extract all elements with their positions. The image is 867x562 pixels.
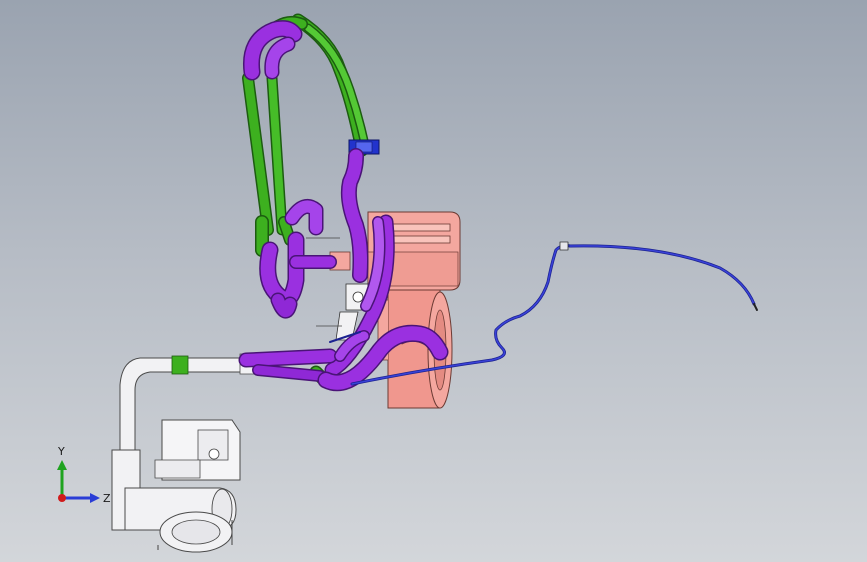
model-scene[interactable]: Y Z [0, 0, 867, 562]
z-axis-label: Z [103, 492, 111, 505]
z-axis-arrow [90, 493, 100, 503]
x-axis-origin [58, 494, 66, 502]
orientation-triad: Y Z [57, 445, 111, 505]
cad-viewport[interactable]: Y Z [0, 0, 867, 562]
y-axis-arrow [57, 460, 67, 470]
white-pipe-assembly[interactable] [111, 353, 257, 553]
y-axis-label: Y [57, 445, 65, 458]
